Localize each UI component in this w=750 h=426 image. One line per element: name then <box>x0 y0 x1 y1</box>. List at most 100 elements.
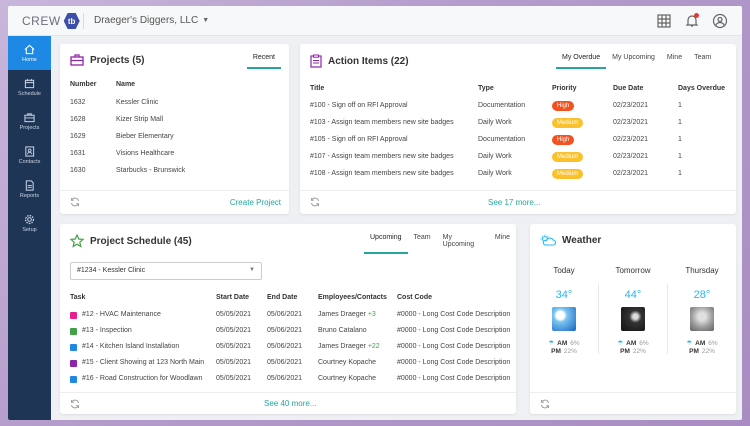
task-link[interactable]: #15 - Client Showing at 123 North Main <box>82 359 204 366</box>
action-item-link[interactable]: #100 - Sign off on RFI Approval <box>310 102 408 109</box>
am-precip: 6% <box>708 339 718 347</box>
days-overdue: 1 <box>678 102 682 109</box>
task-color-swatch <box>70 376 77 383</box>
weather-title: Weather <box>562 234 602 246</box>
refresh-icon[interactable] <box>540 399 550 409</box>
see-more-schedule-link[interactable]: See 40 more... <box>264 399 316 408</box>
app-frame: CREW tb Draeger's Diggers, LLC ▼ Home Sc… <box>8 6 742 420</box>
tab-my-upcoming[interactable]: My Upcoming <box>437 234 489 254</box>
weather-day-thursday: Thursday 28° ☂ AM 6% PM 22% <box>670 266 734 355</box>
tab-my-upcoming[interactable]: My Upcoming <box>606 54 661 69</box>
action-item-type: Daily Work <box>478 119 512 126</box>
project-name-link[interactable]: Kizer Strip Mall <box>116 116 163 123</box>
notification-dot <box>694 13 699 18</box>
employee-extra-count[interactable]: +3 <box>368 311 376 318</box>
cost-code: #0000 - Long Cost Code Description <box>397 311 511 318</box>
tab-team[interactable]: Team <box>408 234 437 254</box>
tab-mine[interactable]: Mine <box>489 234 516 254</box>
end-date: 05/06/2021 <box>267 327 303 334</box>
project-schedule-tabs: Upcoming Team My Upcoming Mine <box>364 234 516 254</box>
end-date: 05/06/2021 <box>267 311 303 318</box>
rain-icon: ☂ <box>686 340 693 347</box>
action-item-link[interactable]: #108 - Assign team members new site badg… <box>310 170 454 177</box>
column-header-due-date: Due Date <box>613 85 644 92</box>
grid-icon[interactable] <box>656 13 672 29</box>
column-header-number: Number <box>70 81 97 88</box>
contacts-icon <box>25 145 35 157</box>
task-link[interactable]: #14 - Kitchen Island Installation <box>82 343 179 350</box>
tab-recent[interactable]: Recent <box>246 54 281 69</box>
precip-am: ☂ AM 6% <box>532 339 596 348</box>
sidebar-item-projects[interactable]: Projects <box>8 104 51 138</box>
app-logo[interactable]: CREW tb <box>22 13 80 29</box>
sidebar-item-setup[interactable]: Setup <box>8 206 51 240</box>
employee-primary: James Draeger <box>318 311 366 318</box>
sidebar-item-contacts[interactable]: Contacts <box>8 138 51 172</box>
project-name-link[interactable]: Kessler Clinic <box>116 99 158 106</box>
pm-precip: 22% <box>563 348 577 355</box>
employee-primary: Courtney Kopache <box>318 375 376 382</box>
action-items-header: Action Items (22) <box>310 54 409 68</box>
employee-name: James Draeger +3 <box>318 311 376 318</box>
report-icon <box>25 179 34 191</box>
weather-footer <box>530 392 736 414</box>
tab-upcoming[interactable]: Upcoming <box>364 234 408 254</box>
project-name-link[interactable]: Starbucks - Brunswick <box>116 167 185 174</box>
refresh-icon[interactable] <box>70 197 80 207</box>
priority-badge: Medium <box>552 152 584 162</box>
tab-team[interactable]: Team <box>688 54 717 69</box>
user-icon[interactable] <box>712 13 728 29</box>
see-more-action-items-link[interactable]: See 17 more... <box>488 198 540 207</box>
start-date: 05/05/2021 <box>216 343 252 350</box>
due-date: 02/23/2021 <box>613 102 649 109</box>
refresh-icon[interactable] <box>310 197 320 207</box>
task-link[interactable]: #13 - Inspection <box>82 327 132 334</box>
company-switcher[interactable]: Draeger's Diggers, LLC ▼ <box>94 15 209 26</box>
action-item-link[interactable]: #107 - Assign team members new site badg… <box>310 153 454 160</box>
tab-my-overdue[interactable]: My Overdue <box>556 54 607 69</box>
weather-temperature: 28° <box>693 289 711 301</box>
project-number: 1629 <box>70 133 86 140</box>
am-precip: 6% <box>639 339 649 347</box>
employee-extra-count[interactable]: +22 <box>368 343 380 350</box>
task-link[interactable]: #16 - Road Construction for Woodlawn <box>82 375 203 382</box>
column-header-end-date: End Date <box>267 294 298 301</box>
action-item-type: Daily Work <box>478 170 512 177</box>
rain-icon: ☂ <box>617 340 624 347</box>
days-overdue: 1 <box>678 119 682 126</box>
sidebar-item-home[interactable]: Home <box>8 36 51 70</box>
weather-divider <box>598 284 599 354</box>
refresh-icon[interactable] <box>70 399 80 409</box>
company-name: Draeger's Diggers, LLC <box>94 15 199 26</box>
priority-badge: Medium <box>552 118 584 128</box>
action-item-link[interactable]: #105 - Sign off on RFI Approval <box>310 136 408 143</box>
briefcase-icon <box>70 54 84 66</box>
precip-pm: PM 22% <box>601 348 665 355</box>
weather-temperature: 44° <box>624 289 642 301</box>
projects-tabs: Recent <box>246 54 281 69</box>
create-project-link[interactable]: Create Project <box>230 198 281 207</box>
logo-text: CREW <box>22 14 61 28</box>
project-name-link[interactable]: Bieber Elementary <box>116 133 174 140</box>
bell-icon[interactable] <box>684 13 700 29</box>
start-date: 05/05/2021 <box>216 359 252 366</box>
action-items-tabs: My Overdue My Upcoming Mine Team <box>556 54 717 69</box>
precip-am: ☂ AM 6% <box>601 339 665 348</box>
tab-mine[interactable]: Mine <box>661 54 688 69</box>
weather-day-label: Today <box>553 266 575 275</box>
night-weather-icon <box>621 307 645 331</box>
project-number: 1628 <box>70 116 86 123</box>
task-link[interactable]: #12 - HVAC Maintenance <box>82 311 161 318</box>
sidebar-item-reports[interactable]: Reports <box>8 172 51 206</box>
sidebar-item-schedule[interactable]: Schedule <box>8 70 51 104</box>
am-label: AM <box>626 339 637 347</box>
project-select[interactable]: #1234 - Kessler Clinic ▼ <box>70 262 262 280</box>
employee-primary: James Draeger <box>318 343 366 350</box>
project-name-link[interactable]: Visions Healthcare <box>116 150 174 157</box>
home-icon <box>24 44 35 54</box>
sidebar: Home Schedule Projects Contacts Reports … <box>8 36 51 420</box>
project-select-value: #1234 - Kessler Clinic <box>77 267 146 274</box>
project-number: 1631 <box>70 150 86 157</box>
action-item-link[interactable]: #103 - Assign team members new site badg… <box>310 119 454 126</box>
due-date: 02/23/2021 <box>613 153 649 160</box>
